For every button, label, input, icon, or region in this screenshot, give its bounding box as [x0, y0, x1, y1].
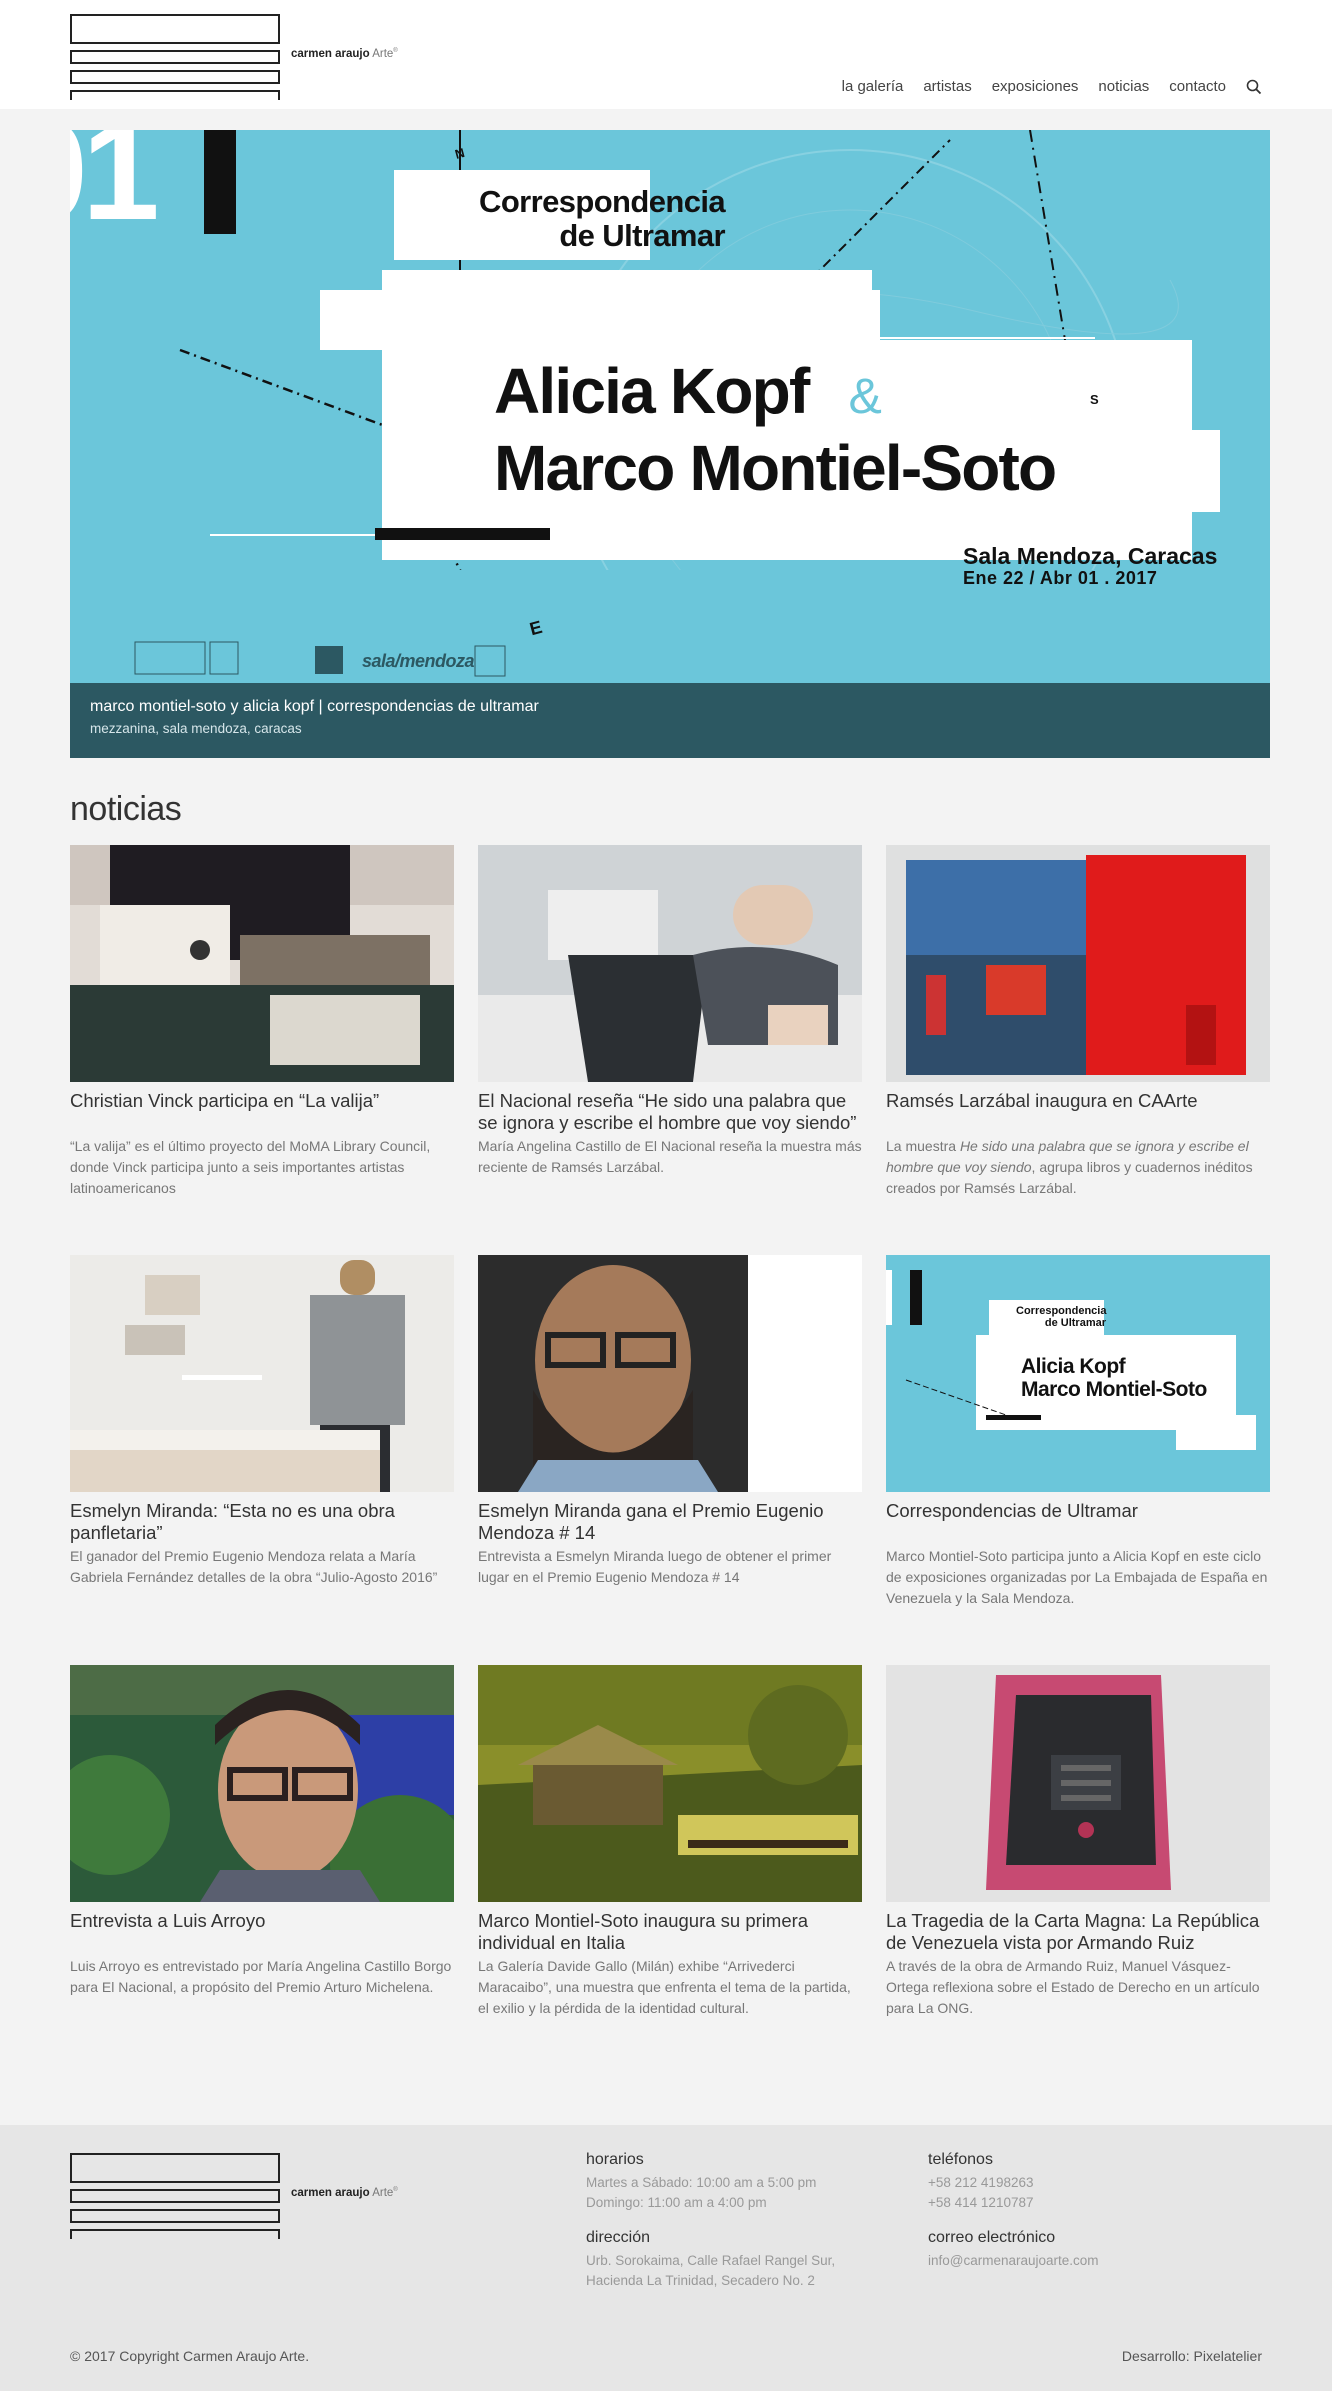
news-card[interactable]: Esmelyn Miranda gana el Premio Eugenio M… [478, 1255, 862, 1588]
logo-wordmark: carmen araujo Arte® [291, 2187, 398, 2199]
hero-slider[interactable]: 01 N S E Correspondencia de Ultramar Ali… [70, 130, 1270, 758]
hero-caption[interactable]: marco montiel-soto y alicia kopf | corre… [70, 683, 1270, 758]
news-card[interactable]: Entrevista a Luis Arroyo Luis Arroyo es … [70, 1665, 454, 1998]
main-nav: la galería artistas exposiciones noticia… [842, 77, 1262, 97]
footer-telefonos: teléfonos +58 212 4198263 +58 414 121078… [928, 2149, 1033, 2213]
news-excerpt: Entrevista a Esmelyn Miranda luego de ob… [478, 1548, 832, 1585]
nav-contacto[interactable]: contacto [1169, 77, 1226, 97]
news-image[interactable] [70, 845, 454, 1082]
poster-artists: Alicia Kopf & Marco Montiel-Soto [494, 355, 1057, 504]
news-card[interactable]: La Tragedia de la Carta Magna: La Repúbl… [886, 1665, 1270, 2019]
footer-phone[interactable]: +58 212 4198263 [928, 2173, 1033, 2193]
hero-caption-subtitle: mezzanina, sala mendoza, caracas [90, 721, 302, 736]
site-logo[interactable]: carmen araujo Arte® [70, 10, 410, 100]
footer-logo[interactable]: carmen araujo Arte® [70, 2149, 410, 2239]
hero-poster: 01 N S E Correspondencia de Ultramar Ali… [70, 130, 1270, 683]
news-image[interactable] [70, 1255, 454, 1492]
hero-caption-title: marco montiel-soto y alicia kopf | corre… [90, 698, 539, 715]
news-excerpt: A través de la obra de Armando Ruiz, Man… [886, 1958, 1260, 2016]
sponsor-logo: sala/mendoza [362, 651, 475, 671]
news-title[interactable]: El Nacional reseña “He sido una palabra … [478, 1090, 862, 1134]
news-excerpt: Luis Arroyo es entrevistado por María An… [70, 1958, 452, 1995]
news-image[interactable] [886, 1665, 1270, 1902]
news-image[interactable] [478, 1665, 862, 1902]
news-card[interactable]: Correspondencia de Ultramar Alicia Kopf Ma… [886, 1255, 1270, 1609]
news-excerpt: La muestra He sido una palabra que se ig… [886, 1138, 1253, 1196]
news-excerpt: “La valija” es el último proyecto del Mo… [70, 1138, 431, 1196]
news-title[interactable]: Christian Vinck participa en “La valija” [70, 1090, 454, 1112]
logo-mark [70, 2153, 285, 2239]
thumb-poster-artists: Alicia Kopf Marco Montiel-Soto [1021, 1355, 1207, 1401]
footer-line: Hacienda La Trinidad, Secadero No. 2 [586, 2273, 815, 2288]
site-footer: carmen araujo Arte® horarios Martes a Sá… [0, 2125, 1332, 2391]
logo-wordmark: carmen araujo Arte® [291, 48, 398, 60]
footer-email-link[interactable]: info@carmenaraujoarte.com [928, 2253, 1099, 2268]
nav-exposiciones[interactable]: exposiciones [992, 77, 1079, 97]
footer-phone[interactable]: +58 414 1210787 [928, 2193, 1033, 2213]
footer-correo: correo electrónico info@carmenaraujoarte… [928, 2227, 1099, 2271]
news-image[interactable]: Correspondencia de Ultramar Alicia Kopf Ma… [886, 1255, 1270, 1492]
news-card[interactable]: Christian Vinck participa en “La valija”… [70, 845, 454, 1199]
news-image[interactable] [478, 845, 862, 1082]
logo-mark [70, 14, 285, 100]
footer-line: Martes a Sábado: 10:00 am a 5:00 pm [586, 2175, 817, 2190]
news-excerpt: El ganador del Premio Eugenio Mendoza re… [70, 1548, 438, 1585]
site-header: carmen araujo Arte® la galería artistas … [0, 0, 1332, 109]
poster-letter-s: S [1090, 392, 1099, 407]
news-excerpt: María Angelina Castillo de El Nacional r… [478, 1138, 862, 1175]
footer-line: Urb. Sorokaima, Calle Rafael Rangel Sur, [586, 2253, 836, 2268]
poster-number: 01 [70, 130, 160, 249]
footer-heading: correo electrónico [928, 2229, 1056, 2246]
developer-credit: Desarrollo: Pixelatelier [1121, 2348, 1262, 2364]
news-title[interactable]: Correspondencias de Ultramar [886, 1500, 1270, 1522]
news-image[interactable] [478, 1255, 862, 1492]
search-icon[interactable] [1246, 79, 1262, 95]
news-card[interactable]: Ramsés Larzábal inaugura en CAArte La mu… [886, 845, 1270, 1199]
news-title[interactable]: La Tragedia de la Carta Magna: La Repúbl… [886, 1910, 1270, 1954]
nav-la-galeria[interactable]: la galería [842, 77, 904, 97]
nav-noticias[interactable]: noticias [1098, 77, 1149, 97]
poster-title: Correspondencia de Ultramar [479, 184, 726, 253]
footer-heading: teléfonos [928, 2151, 993, 2168]
poster-venue: Sala Mendoza, Caracas Ene 22 / Abr 01 . … [963, 543, 1218, 588]
news-excerpt: La Galería Davide Gallo (Milán) exhibe “… [478, 1958, 851, 2016]
nav-artistas[interactable]: artistas [923, 77, 971, 97]
copyright: © 2017 Copyright Carmen Araujo Arte. [70, 2348, 310, 2364]
footer-line: Domingo: 11:00 am a 4:00 pm [586, 2195, 767, 2210]
footer-heading: dirección [586, 2229, 651, 2246]
footer-heading: horarios [586, 2151, 644, 2168]
developer-link[interactable]: Pixelatelier [1194, 2348, 1262, 2364]
news-excerpt: Marco Montiel-Soto participa junto a Ali… [886, 1548, 1268, 1606]
news-title[interactable]: Esmelyn Miranda: “Esta no es una obra pa… [70, 1500, 454, 1544]
news-title[interactable]: Entrevista a Luis Arroyo [70, 1910, 454, 1932]
news-title[interactable]: Marco Montiel-Soto inaugura su primera i… [478, 1910, 862, 1954]
news-title[interactable]: Esmelyn Miranda gana el Premio Eugenio M… [478, 1500, 862, 1544]
thumb-poster-title: Correspondencia de Ultramar [1016, 1305, 1107, 1329]
news-image[interactable] [70, 1665, 454, 1902]
news-heading: noticias [70, 790, 182, 828]
footer-direccion: dirección Urb. Sorokaima, Calle Rafael R… [586, 2227, 835, 2291]
news-card[interactable]: Esmelyn Miranda: “Esta no es una obra pa… [70, 1255, 454, 1588]
footer-horarios: horarios Martes a Sábado: 10:00 am a 5:0… [586, 2149, 816, 2213]
news-image[interactable] [886, 845, 1270, 1082]
news-card[interactable]: El Nacional reseña “He sido una palabra … [478, 845, 862, 1178]
news-title[interactable]: Ramsés Larzábal inaugura en CAArte [886, 1090, 1270, 1112]
news-card[interactable]: Marco Montiel-Soto inaugura su primera i… [478, 1665, 862, 2019]
